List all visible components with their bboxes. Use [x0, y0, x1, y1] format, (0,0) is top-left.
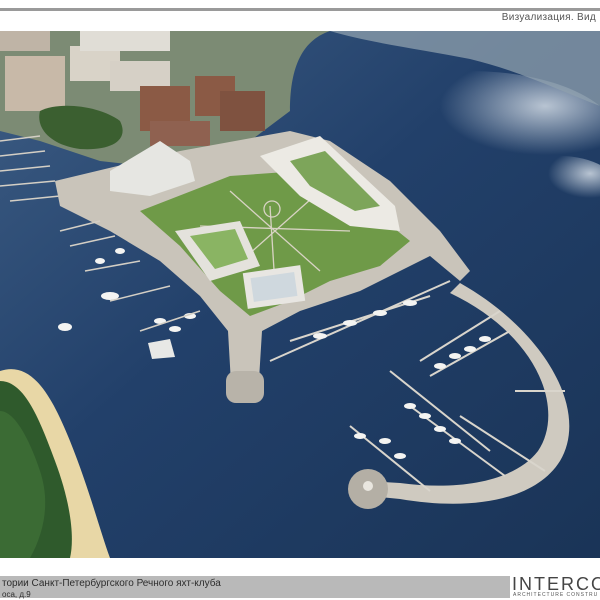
lighthouse: [363, 481, 373, 491]
presentation-sheet: Визуализация. Вид тории Санкт-Петербургс…: [0, 0, 600, 600]
header-caption: Визуализация. Вид: [501, 12, 596, 23]
pier-head: [226, 371, 264, 403]
header-rule: [0, 8, 600, 11]
company-logo: INTERCOL ARCHITECTURE CONSTRU: [512, 574, 600, 600]
project-address: оса, д.9: [2, 590, 31, 599]
logo-tagline: ARCHITECTURE CONSTRU: [513, 592, 599, 598]
project-title: тории Санкт-Петербургского Речного яхт-к…: [2, 578, 221, 589]
aerial-marina-image: [0, 31, 600, 558]
